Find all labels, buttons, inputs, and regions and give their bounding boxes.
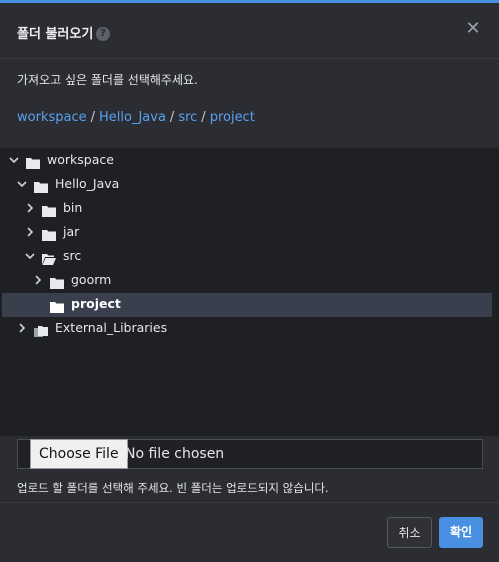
tree-node-label: External_Libraries	[55, 320, 168, 335]
folder-import-dialog: 폴더 불러오기 ? ✕ 가져오고 싶은 폴더를 선택해주세요. workspac…	[0, 0, 499, 562]
breadcrumb-separator: /	[169, 110, 175, 125]
tree-node-label: src	[63, 248, 82, 263]
tree-node-jar[interactable]: jar	[2, 221, 492, 245]
folder-icon	[42, 226, 56, 241]
tree-node-label: jar	[63, 224, 80, 239]
folder-tree: workspace Hello_Java bin jar src goorm p…	[0, 148, 499, 436]
help-icon[interactable]: ?	[96, 27, 110, 41]
tree-node-label: workspace	[47, 152, 114, 167]
chevron-down-icon[interactable]	[17, 179, 27, 189]
tree-node-label: Hello_Java	[55, 176, 120, 191]
chevron-down-icon[interactable]	[9, 155, 19, 165]
cancel-button[interactable]: 취소	[387, 517, 432, 548]
tree-node-workspace[interactable]: workspace	[2, 149, 492, 173]
confirm-button[interactable]: 확인	[439, 517, 483, 548]
dialog-header: 폴더 불러오기 ? ✕	[0, 3, 499, 59]
breadcrumb-workspace[interactable]: workspace	[17, 110, 87, 125]
chevron-right-icon[interactable]	[25, 227, 35, 237]
chevron-right-icon[interactable]	[33, 275, 43, 285]
choose-file-button[interactable]: Choose File	[30, 439, 128, 469]
file-status-text: No file chosen	[125, 446, 225, 462]
tree-node-goorm[interactable]: goorm	[2, 269, 492, 293]
folder-icon	[34, 178, 48, 193]
tree-node-label: project	[71, 296, 121, 311]
chevron-right-icon[interactable]	[17, 323, 27, 333]
breadcrumb-separator: /	[90, 110, 95, 125]
folder-icon	[42, 202, 56, 217]
dialog-description: 가져오고 싶은 폴더를 선택해주세요.	[17, 73, 198, 87]
tree-node-label: goorm	[71, 272, 112, 287]
chevron-right-icon[interactable]	[25, 203, 35, 213]
tree-node-external-libraries[interactable]: External_Libraries	[2, 317, 492, 341]
folder-icon	[50, 274, 64, 289]
folder-icon	[50, 298, 64, 313]
breadcrumb-hello-java[interactable]: Hello_Java	[99, 110, 166, 125]
tree-node-src[interactable]: src	[2, 245, 492, 269]
tree-node-bin[interactable]: bin	[2, 197, 492, 221]
tree-node-hello-java[interactable]: Hello_Java	[2, 173, 492, 197]
tree-node-project[interactable]: project	[2, 293, 492, 317]
breadcrumb-separator: /	[201, 110, 206, 125]
dialog-title: 폴더 불러오기	[17, 27, 94, 42]
folder-icon	[26, 154, 40, 169]
upload-hint: 업로드 할 폴더를 선택해 주세요. 빈 폴더는 업로드되지 않습니다.	[17, 481, 329, 495]
breadcrumb: workspace / Hello_Java / src / project	[17, 110, 255, 125]
chevron-down-icon[interactable]	[25, 251, 35, 261]
tree-node-label: bin	[63, 200, 83, 215]
close-icon[interactable]: ✕	[464, 20, 482, 38]
dialog-footer: 취소 확인	[0, 502, 499, 562]
folder-open-icon	[42, 250, 56, 265]
breadcrumb-project[interactable]: project	[210, 110, 255, 125]
library-icon	[34, 322, 48, 337]
file-upload-field: Choose File No file chosen	[17, 439, 483, 469]
breadcrumb-src[interactable]: src	[178, 110, 197, 125]
